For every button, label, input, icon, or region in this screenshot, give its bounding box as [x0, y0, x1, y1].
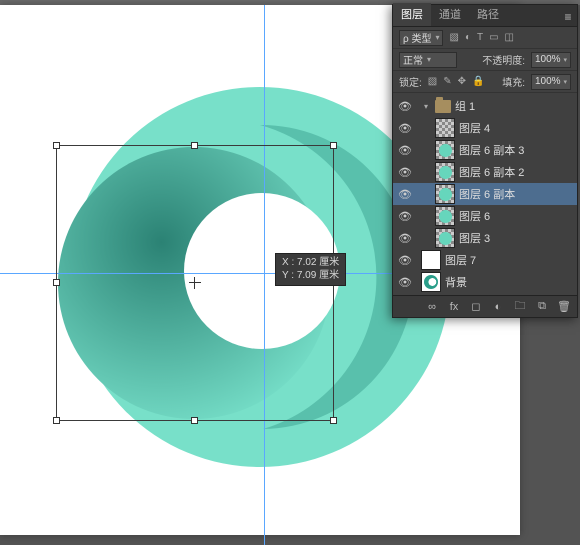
fill-label: 填充: [502, 74, 525, 89]
lock-all-icon[interactable]: 🔒 [472, 76, 484, 87]
transform-handle-tm[interactable] [191, 142, 198, 149]
visibility-toggle-icon[interactable]: 👁 [397, 142, 413, 158]
transform-handle-ml[interactable] [53, 279, 60, 286]
layer-row[interactable]: 👁 图层 6 副本 2 [393, 161, 577, 183]
transform-handle-tl[interactable] [53, 142, 60, 149]
lock-position-icon[interactable]: ✥ [458, 76, 466, 87]
transform-handle-br[interactable] [330, 417, 337, 424]
adjustment-layer-icon[interactable]: ◐ [489, 299, 507, 315]
panel-menu-icon[interactable]: ≡ [559, 8, 577, 26]
visibility-toggle-icon[interactable]: 👁 [397, 186, 413, 202]
layer-name[interactable]: 背景 [445, 274, 467, 290]
layer-thumbnail-icon[interactable] [435, 228, 455, 248]
lock-transparent-icon[interactable]: ▧ [428, 76, 437, 87]
chevron-down-icon: ▾ [427, 55, 431, 64]
visibility-toggle-icon[interactable]: 👁 [397, 164, 413, 180]
chevron-down-icon: ▾ [435, 33, 439, 42]
filter-adjust-icon[interactable]: ◐ [465, 32, 471, 43]
layer-thumbnail-icon[interactable] [435, 140, 455, 160]
layer-list: 👁 ▾ 组 1 👁 图层 4 👁 图层 6 副本 3 👁 图层 6 副本 2 👁 图层 6 副本 👁 图… [393, 93, 577, 295]
disclosure-arrow-icon[interactable]: ▾ [421, 102, 431, 111]
layer-row[interactable]: 👁 图层 6 副本 [393, 183, 577, 205]
layer-thumbnail-icon[interactable] [435, 118, 455, 138]
lock-label: 锁定: [399, 74, 422, 89]
layer-name[interactable]: 图层 6 副本 3 [459, 142, 524, 158]
lock-pixels-icon[interactable]: ✎ [443, 76, 451, 87]
layer-name[interactable]: 组 1 [455, 98, 475, 114]
new-layer-icon[interactable]: ⧉ [533, 299, 551, 315]
layer-row[interactable]: 👁 图层 7 [393, 249, 577, 271]
visibility-toggle-icon[interactable]: 👁 [397, 230, 413, 246]
blend-mode-select[interactable]: 正常 ▾ [399, 52, 457, 68]
folder-icon [435, 100, 451, 113]
layer-name[interactable]: 图层 7 [445, 252, 476, 268]
layer-row[interactable]: 👁 图层 4 [393, 117, 577, 139]
blend-opacity-row: 正常 ▾ 不透明度: 100%▾ [393, 49, 577, 71]
layer-row[interactable]: 👁 背景 [393, 271, 577, 293]
tab-paths[interactable]: 路径 [469, 3, 507, 26]
transform-handle-bl[interactable] [53, 417, 60, 424]
delete-layer-icon[interactable]: 🗑 [555, 299, 573, 315]
transform-handle-bm[interactable] [191, 417, 198, 424]
guide-vertical[interactable] [264, 5, 265, 545]
layer-name[interactable]: 图层 6 副本 [459, 186, 515, 202]
transform-handle-tr[interactable] [330, 142, 337, 149]
layer-row[interactable]: 👁 图层 6 [393, 205, 577, 227]
layer-name[interactable]: 图层 6 [459, 208, 490, 224]
layers-panel: 图层 通道 路径 ≡ ρ 类型 ▾ ▧ ◐ T ▭ ◫ 正常 ▾ 不透明度: 1… [392, 4, 578, 318]
new-group-icon[interactable]: 🗀 [511, 299, 529, 315]
opacity-label: 不透明度: [482, 52, 525, 67]
lock-fill-row: 锁定: ▧ ✎ ✥ 🔒 填充: 100%▾ [393, 71, 577, 93]
visibility-toggle-icon[interactable]: 👁 [397, 98, 413, 114]
visibility-toggle-icon[interactable]: 👁 [397, 208, 413, 224]
filter-smart-icon[interactable]: ◫ [505, 32, 514, 43]
layer-row[interactable]: 👁 图层 6 副本 3 [393, 139, 577, 161]
visibility-toggle-icon[interactable]: 👁 [397, 252, 413, 268]
layer-style-icon[interactable]: fx [445, 299, 463, 315]
link-layers-icon[interactable]: ∞ [423, 299, 441, 315]
visibility-toggle-icon[interactable]: 👁 [397, 120, 413, 136]
tab-layers[interactable]: 图层 [393, 3, 431, 26]
layer-mask-icon[interactable]: ◻ [467, 299, 485, 315]
tab-channels[interactable]: 通道 [431, 3, 469, 26]
layer-name[interactable]: 图层 4 [459, 120, 490, 136]
layer-thumbnail-icon[interactable] [421, 272, 441, 292]
layer-name[interactable]: 图层 3 [459, 230, 490, 246]
panel-footer: ∞ fx ◻ ◐ 🗀 ⧉ 🗑 [393, 295, 577, 317]
layer-filter-row: ρ 类型 ▾ ▧ ◐ T ▭ ◫ [393, 27, 577, 49]
filter-pixel-icon[interactable]: ▧ [449, 32, 458, 43]
fill-input[interactable]: 100%▾ [531, 74, 571, 90]
opacity-input[interactable]: 100%▾ [531, 52, 571, 68]
layer-filter-type[interactable]: ρ 类型 ▾ [399, 30, 443, 46]
filter-shape-icon[interactable]: ▭ [489, 32, 498, 43]
layer-name[interactable]: 图层 6 副本 2 [459, 164, 524, 180]
layer-thumbnail-icon[interactable] [421, 250, 441, 270]
layer-thumbnail-icon[interactable] [435, 162, 455, 182]
layer-thumbnail-icon[interactable] [435, 206, 455, 226]
panel-tabs: 图层 通道 路径 ≡ [393, 5, 577, 27]
visibility-toggle-icon[interactable]: 👁 [397, 274, 413, 290]
tooltip-x: X : 7.02 厘米 [282, 257, 339, 270]
coordinate-tooltip: X : 7.02 厘米 Y : 7.09 厘米 [275, 253, 346, 286]
tooltip-y: Y : 7.09 厘米 [282, 270, 339, 283]
layer-row[interactable]: 👁 图层 3 [393, 227, 577, 249]
layer-thumbnail-icon[interactable] [435, 184, 455, 204]
layer-row[interactable]: 👁 ▾ 组 1 [393, 95, 577, 117]
filter-type-icon[interactable]: T [477, 32, 483, 43]
